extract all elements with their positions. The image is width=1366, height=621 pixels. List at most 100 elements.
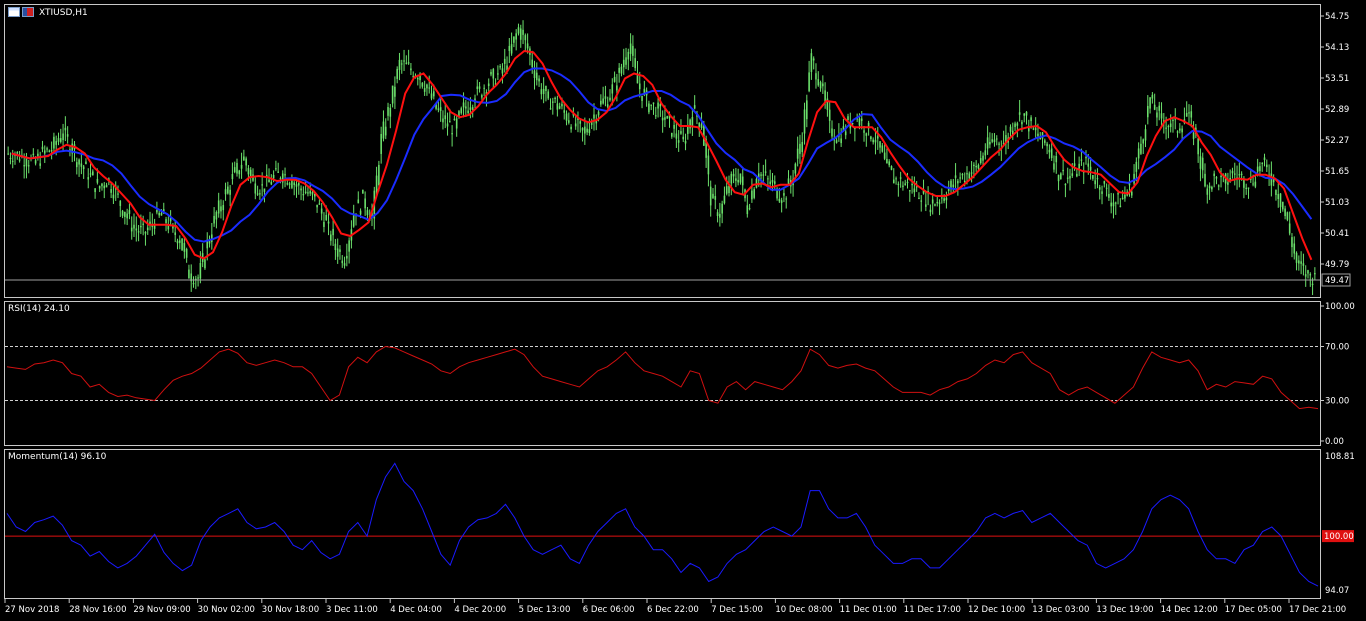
candle-body [1064,183,1067,186]
candle-body [149,221,151,225]
candle-body [59,138,62,142]
candle-body [277,171,279,173]
candle-body [558,106,561,109]
candle-body [483,87,485,89]
candle-body [874,139,877,143]
candle-body [963,180,966,183]
candle-body [297,182,300,186]
candle-body [568,120,570,123]
candle-body [1192,132,1195,139]
candle-body [863,130,865,133]
candle-body [739,173,742,183]
candle-body [1227,182,1229,185]
candle-body [1025,111,1028,116]
candle-body [634,58,636,69]
candle-body [540,89,543,95]
candle-body [1027,127,1030,132]
candle-body [9,157,12,159]
candle-body [362,189,364,194]
candle-body [378,164,380,185]
candle-body [405,62,408,64]
candle-body [799,143,801,154]
candle-body [336,248,339,257]
candle-body [64,127,67,131]
time-axis-label: 10 Dec 08:00 [775,605,832,615]
candle-body [709,186,712,206]
candle-body [497,73,499,75]
candle-body [460,108,463,114]
candle-body [1302,263,1305,266]
candle-body [1103,181,1106,184]
candle-body [533,70,536,79]
candle-body [53,136,55,149]
candle-body [1016,123,1019,126]
candle-body [229,189,231,195]
candle-body [593,114,595,119]
candle-body [156,209,158,213]
candle-body [1151,94,1154,99]
time-axis-label: 4 Dec 04:00 [390,605,442,615]
candle-body [1259,166,1261,172]
flag-icon[interactable] [22,7,34,17]
candle-body [1089,166,1092,171]
candle-body [357,199,360,204]
candle-body [410,68,412,71]
candle-body [993,139,996,143]
time-axis-label: 11 Dec 01:00 [840,605,897,615]
candle-body [1149,97,1151,109]
candle-body [316,204,318,208]
moving-average-slow-line [11,67,1313,243]
candle-body [858,118,861,126]
candle-body [586,128,588,133]
candle-body [222,205,225,211]
candle-body [416,78,419,80]
candle-body [43,150,46,154]
candle-body [275,168,277,170]
rsi-line [6,345,1319,410]
candle-body [650,104,653,106]
candle-body [934,204,936,206]
candle-body [1119,205,1122,207]
time-axis-label: 7 Dec 15:00 [711,605,763,615]
candle-body [18,159,21,161]
candle-body [1094,180,1096,185]
candle-body [691,117,694,126]
candle-body [178,240,181,243]
candle-body [330,234,332,241]
candle-body [1105,187,1108,189]
candle-body [128,210,131,214]
table-icon[interactable] [8,7,20,17]
candle-body [508,45,511,51]
rsi-indicator-pane[interactable]: RSI(14) 24.10 [4,301,1321,446]
candle-body [977,164,980,169]
candle-body [394,86,396,97]
candle-body [121,210,124,216]
candle-body [545,85,547,91]
candle-body [352,215,355,227]
candle-body [261,184,263,186]
candle-body [535,72,538,81]
candle-body [522,29,524,35]
candle-body [1080,159,1083,161]
candle-body [1282,201,1284,210]
time-axis-label: 13 Dec 03:00 [1032,605,1089,615]
candle-body [398,59,401,70]
candle-body [439,107,442,111]
candle-body [609,97,611,101]
candle-body [165,219,167,223]
candle-body [515,33,517,40]
candle-body [844,131,847,136]
price-chart-pane[interactable]: XTIUSD,H1 [4,4,1321,298]
candle-body [492,68,495,79]
momentum-indicator-pane[interactable]: Momentum(14) 96.10 [4,449,1321,599]
candle-body [943,198,945,201]
candle-body [101,183,103,187]
candle-body [192,282,195,285]
candle-body [481,95,483,98]
candle-body [984,150,987,156]
candle-body [888,161,891,166]
candle-body [730,173,733,184]
candle-body [327,221,330,224]
time-axis-label: 6 Dec 06:00 [583,605,635,615]
candle-body [931,199,934,204]
